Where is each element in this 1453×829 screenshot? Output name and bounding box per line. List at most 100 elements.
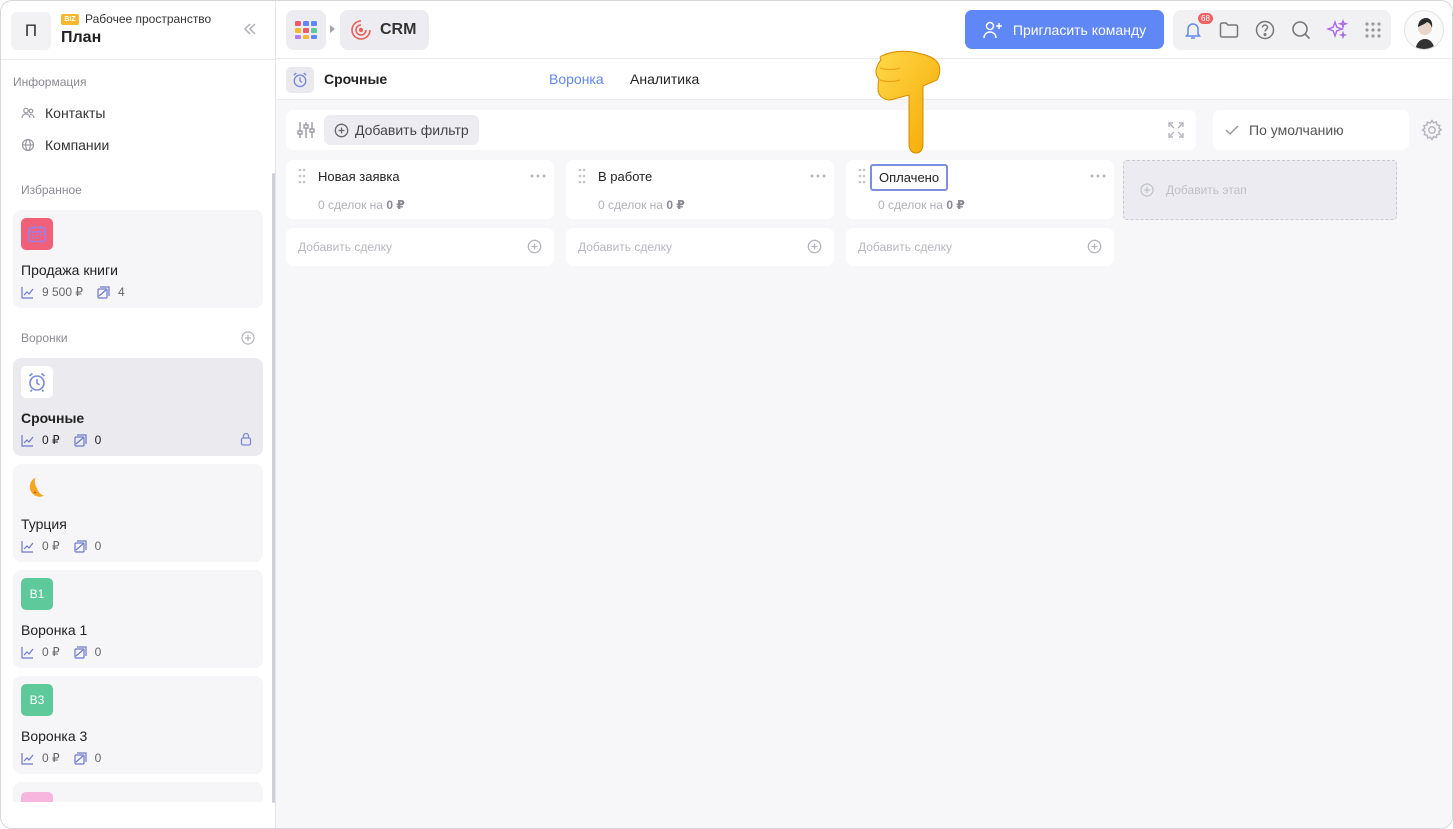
- sidebar-scrollbar[interactable]: [272, 173, 275, 803]
- pipeline-card-turkey[interactable]: Турция 0 ₽ 0: [13, 464, 263, 562]
- stage-sum: 0 ₽: [666, 198, 685, 212]
- section-info-label: Информация: [13, 75, 87, 89]
- add-user-icon: [983, 21, 1002, 38]
- add-circle-icon: [1087, 239, 1102, 254]
- favorite-card-book-sale[interactable]: Продажа книги 9 500 ₽ 4: [13, 210, 263, 308]
- chart-icon: [21, 286, 34, 299]
- more-options-icon[interactable]: [530, 174, 546, 178]
- workspace-subtitle: Рабочее пространство: [85, 12, 212, 26]
- more-apps-button[interactable]: [1362, 19, 1384, 41]
- pipeline-card-partial[interactable]: [13, 782, 263, 802]
- filter-bar: Добавить фильтр: [286, 110, 1196, 150]
- tab-funnel[interactable]: Воронка: [549, 71, 604, 87]
- add-filter-label: Добавить фильтр: [355, 122, 469, 138]
- more-options-icon[interactable]: [1090, 174, 1106, 178]
- notifications-count-badge: 68: [1198, 13, 1213, 24]
- drag-handle-icon[interactable]: [298, 168, 306, 184]
- ai-assistant-button[interactable]: [1326, 19, 1348, 41]
- globe-icon: [21, 138, 35, 152]
- workspace-header[interactable]: П BIZ Рабочее пространство План: [11, 9, 266, 51]
- tab-analytics[interactable]: Аналитика: [630, 71, 699, 87]
- user-avatar-icon: [1415, 18, 1435, 49]
- view-selector-label: По умолчанию: [1249, 122, 1344, 138]
- folder-icon: [1219, 22, 1239, 38]
- chart-icon: [21, 646, 34, 659]
- stage-name[interactable]: В работе: [598, 169, 652, 184]
- pipeline-title: Срочные: [324, 71, 388, 87]
- add-circle-icon: [1140, 183, 1154, 197]
- card-title: Турция: [21, 516, 67, 532]
- filter-sliders-icon[interactable]: [296, 120, 316, 140]
- pipeline-card-funnel-3[interactable]: В3 Воронка 3 0 ₽ 0: [13, 676, 263, 774]
- apps-grid-icon: [295, 21, 317, 39]
- sidebar: П BIZ Рабочее пространство План Информац…: [1, 1, 276, 828]
- stage-sum: 0 ₽: [386, 198, 405, 212]
- add-deal-label: Добавить сделку: [858, 240, 953, 254]
- lock-icon: [240, 432, 252, 446]
- pipeline-card-urgent[interactable]: Срочные 0 ₽ 0: [13, 358, 263, 456]
- stage-column-header[interactable]: В работе 0 сделок на 0 ₽: [566, 160, 834, 219]
- stage-name-input[interactable]: Оплачено: [870, 164, 949, 191]
- pipeline-card-funnel-1[interactable]: В1 Воронка 1 0 ₽ 0: [13, 570, 263, 668]
- deals-icon: [74, 539, 87, 553]
- card-count: 0: [94, 433, 102, 447]
- more-options-icon[interactable]: [810, 174, 826, 178]
- files-button[interactable]: [1218, 19, 1240, 41]
- gear-icon[interactable]: [1421, 119, 1443, 141]
- toolbar-icons: 68: [1173, 10, 1391, 50]
- crm-app-button[interactable]: CRM: [340, 10, 429, 50]
- add-deal-button[interactable]: Добавить сделку: [566, 228, 834, 266]
- view-selector[interactable]: По умолчанию: [1213, 110, 1409, 150]
- help-icon: [1255, 20, 1275, 40]
- sidebar-item-label: Компании: [45, 137, 110, 153]
- card-title: Воронка 1: [21, 622, 88, 638]
- check-icon: [1225, 125, 1239, 136]
- card-count: 0: [94, 539, 102, 553]
- help-button[interactable]: [1254, 19, 1276, 41]
- card-sum: 0 ₽: [42, 539, 60, 553]
- card-stats: 0 ₽ 0: [21, 539, 101, 553]
- stage-column-header[interactable]: Оплачено 0 сделок на 0 ₽: [846, 160, 1114, 219]
- pipeline-abbr-badge: В3: [21, 684, 53, 716]
- card-count: 4: [118, 285, 125, 299]
- alarm-clock-icon: [286, 67, 314, 93]
- search-button[interactable]: [1290, 19, 1312, 41]
- pipeline-header: Срочные Воронка Аналитика: [276, 59, 1452, 100]
- card-stats: 0 ₽ 0: [21, 751, 101, 765]
- add-deal-label: Добавить сделку: [578, 240, 673, 254]
- card-title: Продажа книги: [21, 262, 118, 278]
- workspace-title: План: [61, 29, 102, 46]
- apps-switcher-button[interactable]: [286, 10, 326, 50]
- expand-icon[interactable]: [1167, 121, 1185, 139]
- add-deal-button[interactable]: Добавить сделку: [286, 228, 554, 266]
- stage-deal-count: 0 сделок на: [318, 198, 383, 212]
- add-stage-button[interactable]: Добавить этап: [1123, 160, 1397, 220]
- stage-summary: 0 сделок на 0 ₽: [318, 198, 405, 212]
- card-sum: 0 ₽: [42, 433, 60, 447]
- add-deal-button[interactable]: Добавить сделку: [846, 228, 1114, 266]
- search-icon: [1292, 21, 1311, 40]
- kanban-board: Добавить фильтр По умолчанию Новая заявк…: [276, 100, 1452, 828]
- collapse-sidebar-icon[interactable]: [240, 19, 260, 39]
- add-stage-label: Добавить этап: [1166, 183, 1247, 197]
- top-bar: CRM Пригласить команду 68: [276, 1, 1452, 59]
- pipeline-abbr-badge: [21, 792, 53, 802]
- crescent-moon-icon: [21, 472, 53, 504]
- sidebar-divider: [1, 59, 276, 60]
- user-avatar[interactable]: [1404, 10, 1444, 50]
- drag-handle-icon[interactable]: [578, 168, 586, 184]
- stage-column-header[interactable]: Новая заявка 0 сделок на 0 ₽: [286, 160, 554, 219]
- sidebar-item-companies[interactable]: Компании: [21, 133, 109, 157]
- sidebar-item-contacts[interactable]: Контакты: [21, 101, 105, 125]
- card-sum: 0 ₽: [42, 751, 60, 765]
- deals-icon: [97, 285, 110, 299]
- stage-name[interactable]: Новая заявка: [318, 169, 400, 184]
- add-pipeline-icon[interactable]: [241, 331, 255, 345]
- drag-handle-icon[interactable]: [858, 168, 866, 184]
- calendar-icon: [21, 218, 53, 250]
- section-pipelines-label: Воронки: [21, 331, 68, 345]
- invite-team-button[interactable]: Пригласить команду: [965, 10, 1164, 49]
- contacts-icon: [21, 107, 35, 119]
- add-filter-button[interactable]: Добавить фильтр: [324, 115, 479, 145]
- app-window: П BIZ Рабочее пространство План Информац…: [0, 0, 1453, 829]
